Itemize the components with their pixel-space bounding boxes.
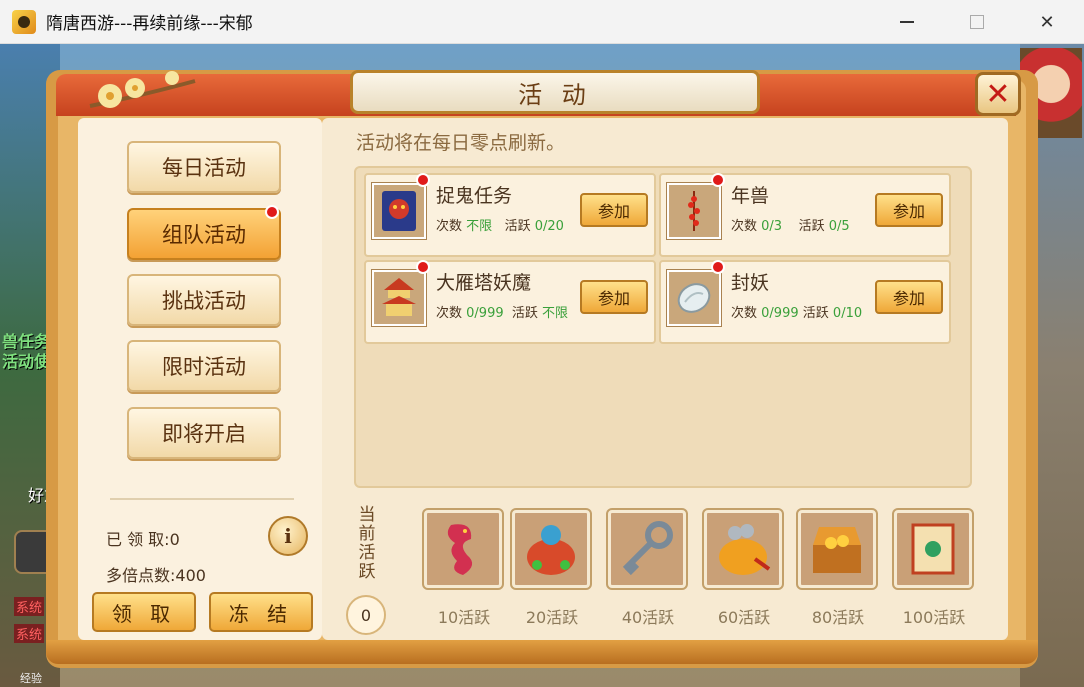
reward-label: 60活跃 [717,608,771,627]
minimize-button[interactable] [872,0,942,44]
activity-points: 0 [346,595,386,635]
notification-dot [711,173,725,187]
dragon-icon [447,524,473,575]
activity-card: 捉鬼任务 次数 不限 活跃 0/20 参加 [364,173,656,257]
activity-card: 封妖 次数 0/999 活跃 0/10 参加 [659,260,951,344]
reward-label: 80活跃 [811,608,865,627]
panel-title-plate: 活 动 [350,70,760,114]
join-button[interactable]: 参加 [580,280,648,314]
reward-label: 10活跃 [437,608,491,627]
activity-stats: 次数 0/999 活跃 不限 [436,306,569,321]
panel-title: 活 动 [518,80,592,109]
activity-stats: 次数 不限 活跃 0/20 [436,219,564,234]
claim-button[interactable]: 领 取 [92,592,196,632]
maximize-button[interactable] [942,0,1012,44]
tab-daily[interactable]: 每日活动 [127,141,281,193]
reward-40[interactable] [608,510,686,588]
plum-blossom-icon [89,71,196,108]
window-titlebar: 隋唐西游---再续前缘---宋郁 ✕ [0,0,1084,44]
panel-bottom-band [46,640,1038,664]
activity-stats: 次数 0/3 活跃 0/5 [731,219,850,234]
notification-dot [416,260,430,274]
scroll-icon [911,523,955,575]
window-title: 隋唐西游---再续前缘---宋郁 [46,14,253,34]
exp-label: 经验 [20,672,42,685]
ghost-scroll-icon [372,183,426,239]
system-tag: 系统 [14,597,45,616]
reward-100[interactable] [894,510,972,588]
money-pouch-icon [719,524,771,575]
notification-dot [265,205,279,219]
reward-10[interactable] [424,510,502,588]
gem-bag-icon [527,525,575,575]
activity-name: 捉鬼任务 [436,185,513,207]
app-icon [12,9,36,34]
tab-limited[interactable]: 限时活动 [127,340,281,392]
system-tag: 系统 [14,624,45,643]
tab-upcoming[interactable]: 即将开启 [127,407,281,459]
firecracker-icon [667,183,721,239]
multiplier-points: 多倍点数:400 [106,566,206,585]
maximize-icon [970,15,984,29]
activity-stats: 次数 0/999 活跃 0/10 [731,306,863,321]
activity-name: 大雁塔妖魔 [436,272,532,294]
reward-label: 40活跃 [621,608,675,627]
tab-team[interactable]: 组队活动 [127,208,281,260]
join-button[interactable]: 参加 [580,193,648,227]
key-icon [622,521,673,576]
activity-name: 年兽 [731,185,770,207]
claimed-count: 已 领 取:0 [106,530,180,549]
silver-stone-icon [667,270,721,326]
join-button[interactable]: 参加 [875,193,943,227]
join-button[interactable]: 参加 [875,280,943,314]
reward-60[interactable] [704,510,782,588]
reward-80[interactable] [798,510,876,588]
refresh-notice: 活动将在每日零点刷新。 [356,132,566,154]
current-activity-label: 当前活跃 [358,505,376,582]
minimize-icon [900,21,914,23]
notification-dot [711,260,725,274]
panel-close-button[interactable]: ✕ [975,72,1021,116]
info-button[interactable]: i [268,516,308,556]
sidebar-divider [110,498,294,500]
notification-dot [416,173,430,187]
activity-card: 年兽 次数 0/3 活跃 0/5 参加 [659,173,951,257]
reward-label: 20活跃 [525,608,579,627]
reward-label: 100活跃 [902,608,966,627]
pagoda-icon [372,270,426,326]
activity-card: 大雁塔妖魔 次数 0/999 活跃 不限 参加 [364,260,656,344]
reward-20[interactable] [512,510,590,588]
tab-challenge[interactable]: 挑战活动 [127,274,281,326]
window-close-button[interactable]: ✕ [1012,0,1082,44]
activity-name: 封妖 [731,272,770,294]
freeze-button[interactable]: 冻 结 [209,592,313,632]
treasure-chest-icon [813,527,861,573]
